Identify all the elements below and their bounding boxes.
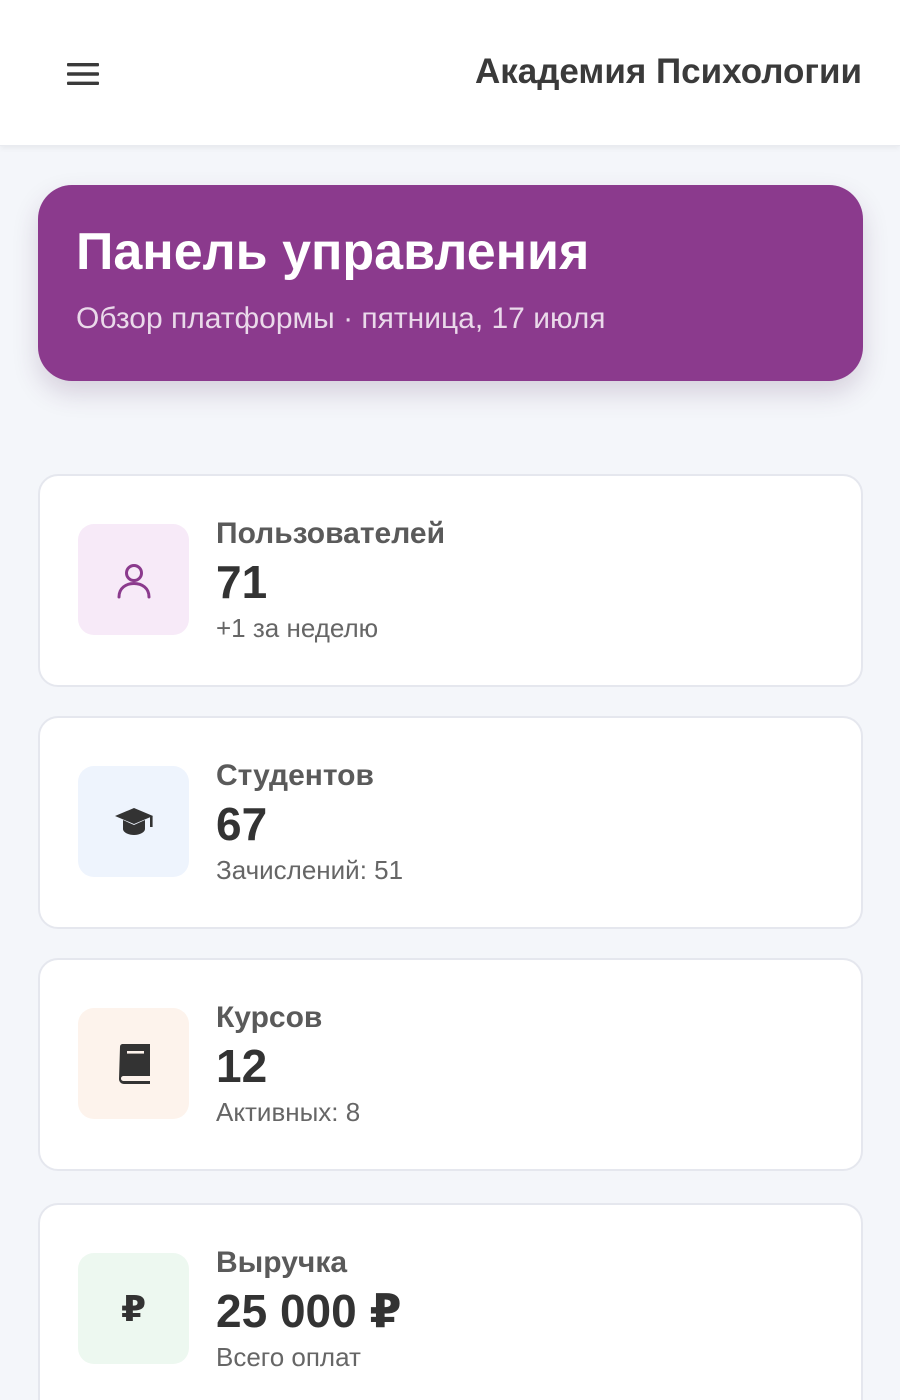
dashboard-header-banner: Панель управления Обзор платформы · пятн… [38, 185, 863, 381]
graduation-cap-icon [114, 807, 153, 835]
stat-note: Всего оплат [216, 1342, 361, 1372]
stat-label: Студентов [216, 759, 374, 792]
stat-label: Курсов [216, 1001, 323, 1034]
stat-card-students[interactable]: Студентов 67 Зачислений: 51 [38, 716, 863, 929]
stat-icon-box: ₽ [78, 1253, 189, 1364]
stat-label: Выручка [216, 1246, 348, 1279]
stat-value: 25 000 ₽ [216, 1285, 402, 1337]
page-title: Панель управления [76, 223, 590, 281]
stat-card-revenue[interactable]: ₽ Выручка 25 000 ₽ Всего оплат [38, 1203, 863, 1400]
menu-button[interactable] [58, 50, 108, 98]
stat-icon-box [78, 766, 189, 877]
stat-note: Зачислений: 51 [216, 855, 404, 885]
stat-icon-box [78, 1008, 189, 1119]
stat-card-users[interactable]: Пользователей 71 +1 за неделю [38, 474, 863, 687]
stat-icon-box [78, 524, 189, 635]
stat-label: Пользователей [216, 517, 446, 550]
stat-value: 71 [216, 556, 268, 608]
stat-value: 12 [216, 1040, 268, 1092]
ruble-icon: ₽ [120, 1287, 147, 1329]
stat-value: 67 [216, 798, 268, 850]
top-app-bar: Академия Психологии [0, 0, 900, 146]
book-icon [118, 1043, 150, 1084]
stat-card-courses[interactable]: Курсов 12 Активных: 8 [38, 958, 863, 1171]
stat-note: +1 за неделю [216, 613, 379, 643]
stat-note: Активных: 8 [216, 1097, 361, 1127]
hamburger-menu-icon[interactable] [66, 60, 100, 88]
page-subtitle: Обзор платформы · пятница, 17 июля [76, 302, 606, 335]
user-icon [117, 563, 150, 598]
app-title: Академия Психологии [474, 52, 862, 91]
